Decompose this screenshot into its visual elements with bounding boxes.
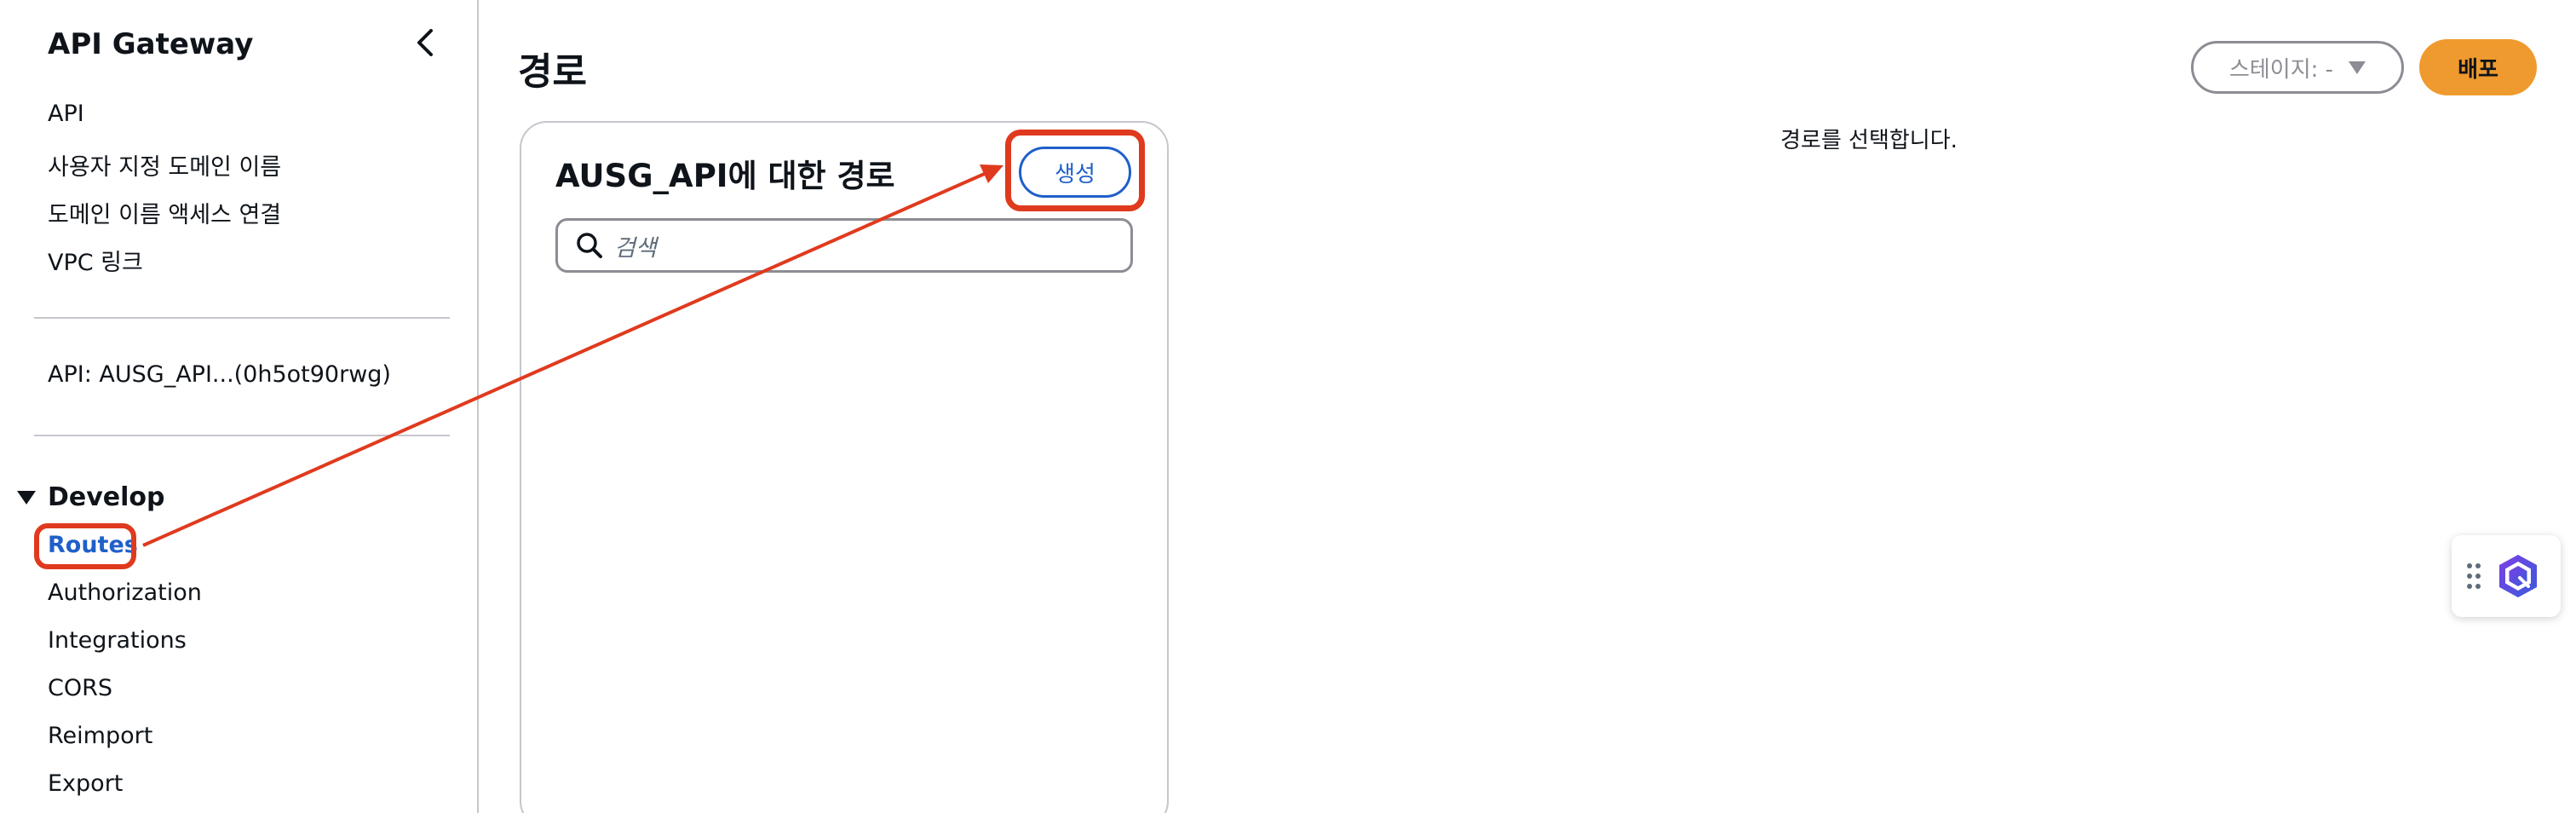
sidebar-item-domain-name-access-associations[interactable]: 도메인 이름 액세스 연결 [48,196,281,229]
annotation-highlight-routes [34,523,136,569]
search-input[interactable]: 검색 [555,218,1133,273]
caret-down-icon [2349,61,2366,74]
search-placeholder: 검색 [614,234,657,262]
stage-dropdown-label: 스테이지: - [2228,56,2334,83]
stage-dropdown[interactable]: 스테이지: - [2191,41,2404,94]
annotation-highlight-create [1005,130,1145,211]
sidebar-item-export[interactable]: Export [48,770,123,797]
sidebar-item-vpc-links[interactable]: VPC 링크 [48,244,143,277]
sidebar-section-label: Develop [48,482,165,512]
floating-assistant-widget[interactable] [2452,535,2561,617]
deploy-button[interactable]: 배포 [2419,39,2537,95]
sidebar-item-integrations[interactable]: Integrations [48,627,187,654]
chevron-left-icon[interactable] [414,27,436,58]
sidebar-item-api[interactable]: API [48,101,84,127]
sidebar-item-custom-domain-names[interactable]: 사용자 지정 도메인 이름 [48,148,281,182]
empty-state-message: 경로를 선택합니다. [1780,128,1958,153]
sidebar-title: API Gateway [48,27,254,61]
sidebar: API Gateway API 사용자 지정 도메인 이름 도메인 이름 액세스… [0,0,479,813]
drag-handle-icon[interactable] [2465,561,2482,591]
sidebar-section-develop[interactable]: Develop [17,482,165,512]
sidebar-api-selector[interactable]: API: AUSG_API...(0h5ot90rwg) [48,361,391,388]
sidebar-divider [34,435,450,436]
sidebar-item-reimport[interactable]: Reimport [48,723,152,749]
sidebar-divider [34,317,450,319]
page-title: 경로 [518,50,587,94]
assistant-logo-icon[interactable] [2494,552,2542,600]
sidebar-item-cors[interactable]: CORS [48,675,112,701]
search-icon [577,233,602,258]
caret-down-icon [17,490,36,505]
page: API Gateway API 사용자 지정 도메인 이름 도메인 이름 액세스… [0,0,2576,813]
routes-panel-title: AUSG_API에 대한 경로 [555,158,895,194]
sidebar-item-authorization[interactable]: Authorization [48,579,202,606]
